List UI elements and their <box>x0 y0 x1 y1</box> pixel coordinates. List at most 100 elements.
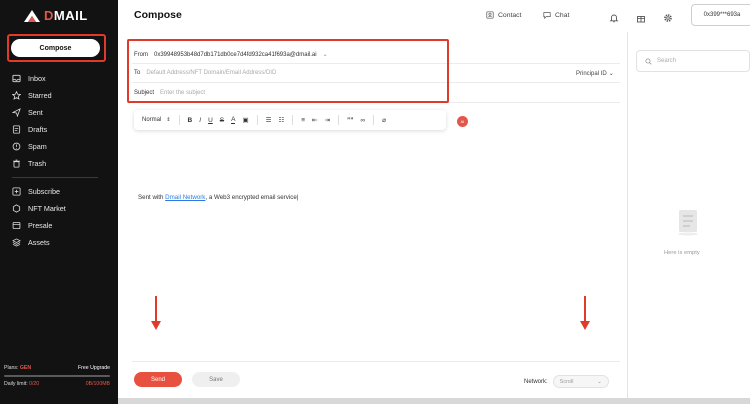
sidebar-item-starred[interactable]: Starred <box>12 87 112 104</box>
empty-document-icon <box>678 210 698 236</box>
email-body[interactable]: Sent with Dmail Network, a Web3 encrypte… <box>138 194 298 201</box>
sidebar-item-presale[interactable]: Presale <box>12 217 112 234</box>
sidebar-item-sent[interactable]: Sent <box>12 104 112 121</box>
contact-link[interactable]: Contact <box>486 11 521 19</box>
sidebar-item-subscribe[interactable]: Subscribe <box>12 183 112 200</box>
sidebar-item-label: Presale <box>28 221 53 230</box>
footer-divider <box>132 361 620 362</box>
network-dropdown[interactable]: Scroll ⌄ <box>552 375 609 388</box>
gift-icon[interactable] <box>636 10 646 23</box>
italic-button[interactable]: I <box>199 117 201 124</box>
editor-toolbar: Normal ⇕ B I U S A ▣ ☰ ☷ ≡ ⇤ ⇥ ”” ∞ ⌀ <box>134 110 446 130</box>
toolbar-separator <box>373 115 375 125</box>
chevron-down-icon: ⌄ <box>597 378 602 385</box>
sidebar-item-label: Starred <box>28 91 52 100</box>
sidebar-item-label: Trash <box>28 159 47 168</box>
plan-value: GEN <box>19 365 32 371</box>
send-button[interactable]: Send <box>134 372 182 387</box>
assets-icon <box>12 238 21 247</box>
nft-icon <box>12 204 21 213</box>
indent-icon[interactable]: ⇥ <box>325 116 330 124</box>
outdent-icon[interactable]: ⇤ <box>312 116 317 124</box>
draft-icon <box>12 125 21 134</box>
save-button[interactable]: Save <box>192 372 240 387</box>
send-icon <box>12 108 21 117</box>
free-upgrade-link[interactable]: Free Upgrade <box>78 365 110 371</box>
send-arrow-annotation <box>151 296 161 330</box>
updown-icon: ⇕ <box>166 117 171 123</box>
right-panel: Search Here is empty <box>628 32 750 404</box>
storage-usage: 0B/100MB <box>85 381 110 387</box>
top-bar: Compose Contact Chat 0x399***693a <box>118 0 750 32</box>
compose-panel: From 0x39948953b48d7db171db0ce7d4fd932ca… <box>118 32 628 404</box>
subscribe-icon <box>12 187 21 196</box>
bottom-strip <box>118 398 750 404</box>
toolbar-separator <box>292 115 294 125</box>
network-arrow-annotation <box>580 296 590 330</box>
fields-highlight-box <box>127 39 449 103</box>
ai-assistant-button[interactable]: AI <box>457 116 468 127</box>
align-left-icon[interactable]: ≡ <box>301 117 305 124</box>
inbox-icon <box>12 74 21 83</box>
sidebar-item-inbox[interactable]: Inbox <box>12 70 112 87</box>
chevron-down-icon: ⌄ <box>608 71 614 77</box>
brand-name: DMAIL <box>44 8 88 23</box>
compose-button[interactable]: Compose <box>11 39 100 57</box>
format-select[interactable]: Normal ⇕ <box>142 117 171 123</box>
dmail-app: DMAIL Compose Inbox Starred Sent Drafts <box>0 0 750 404</box>
chat-link[interactable]: Chat <box>543 11 569 19</box>
strikethrough-button[interactable]: S <box>220 117 224 124</box>
wallet-address-button[interactable]: 0x399***693a <box>691 4 750 26</box>
toolbar-separator <box>178 115 180 125</box>
dmail-logo-icon <box>24 9 40 22</box>
sidebar-item-label: Drafts <box>28 125 48 134</box>
sidebar-item-label: NFT Market <box>28 204 66 213</box>
search-icon <box>645 57 652 65</box>
main-area: Compose Contact Chat 0x399***693a From 0… <box>118 0 750 404</box>
spam-icon <box>12 142 21 151</box>
presale-icon <box>12 221 21 230</box>
daily-limit: Daily limit: 0/20 <box>4 381 40 387</box>
bold-button[interactable]: B <box>188 117 193 124</box>
gear-icon[interactable] <box>663 10 673 22</box>
notification-bell-icon[interactable] <box>609 10 619 23</box>
link-icon[interactable]: ∞ <box>360 117 365 124</box>
sidebar-item-spam[interactable]: Spam <box>12 138 112 155</box>
sidebar: DMAIL Compose Inbox Starred Sent Drafts <box>0 0 118 404</box>
plan-label: Plans: GEN <box>4 365 32 371</box>
sidebar-nav: Inbox Starred Sent Drafts Spam Trash Sub… <box>12 70 112 251</box>
page-title: Compose <box>134 9 182 21</box>
quote-button[interactable]: ”” <box>347 117 354 124</box>
star-icon <box>12 91 21 100</box>
toolbar-separator <box>337 115 339 125</box>
dmail-network-link[interactable]: Dmail Network <box>165 194 205 201</box>
search-input[interactable]: Search <box>636 50 750 72</box>
plan-usage-bar <box>4 375 110 377</box>
sidebar-item-nft-market[interactable]: NFT Market <box>12 200 112 217</box>
clear-format-icon[interactable]: ▣ <box>242 116 248 124</box>
sidebar-item-label: Subscribe <box>28 187 60 196</box>
text-color-button[interactable]: A <box>231 116 236 124</box>
logo[interactable]: DMAIL <box>24 8 88 23</box>
trash-icon <box>12 159 21 168</box>
sidebar-item-trash[interactable]: Trash <box>12 155 112 172</box>
bullet-list-icon[interactable]: ☷ <box>278 116 284 124</box>
principal-id-dropdown[interactable]: Principal ID ⌄ <box>576 70 614 78</box>
plan-info: Plans: GEN Free Upgrade Daily limit: 0/2… <box>4 365 110 387</box>
sidebar-item-drafts[interactable]: Drafts <box>12 121 112 138</box>
sidebar-item-label: Sent <box>28 108 43 117</box>
sidebar-item-label: Spam <box>28 142 47 151</box>
underline-button[interactable]: U <box>208 117 213 124</box>
chat-icon <box>543 12 551 19</box>
text-cursor: | <box>296 194 299 201</box>
toolbar-separator <box>256 115 258 125</box>
sidebar-divider <box>12 177 98 178</box>
ordered-list-icon[interactable]: ☰ <box>266 116 272 124</box>
network-selector: Network: Scroll ⌄ <box>524 375 609 388</box>
sidebar-item-label: Inbox <box>28 74 46 83</box>
network-label: Network: <box>524 378 548 385</box>
sidebar-item-label: Assets <box>28 238 50 247</box>
attachment-icon[interactable]: ⌀ <box>382 116 386 124</box>
empty-state-text: Here is empty <box>664 250 700 256</box>
sidebar-item-assets[interactable]: Assets <box>12 234 112 251</box>
